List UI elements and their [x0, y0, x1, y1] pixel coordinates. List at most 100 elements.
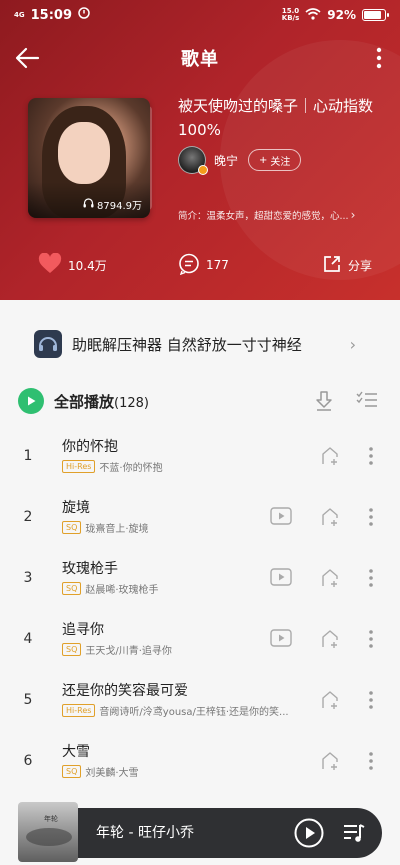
song-meta: SQ 刘美麟·大雪: [62, 764, 139, 779]
song-artist: 赵晨唏·玫瑰枪手: [85, 585, 159, 596]
promo-text: 助眠解压神器 自然舒放一寸寸神经: [72, 335, 302, 354]
vip-badge: [198, 165, 208, 175]
cover-text: 年轮: [44, 815, 58, 823]
download-icon[interactable]: [314, 390, 334, 416]
now-playing-title: 年轮 - 旺仔小乔: [96, 825, 194, 841]
song-row[interactable]: 4 追寻你 SQ 王天戈/川青·追寻你: [0, 611, 400, 672]
promo-banner[interactable]: 助眠解压神器 自然舒放一寸寸神经 ›: [0, 318, 400, 370]
song-title: 大雪: [62, 744, 90, 760]
song-title: 旋境: [62, 500, 90, 516]
song-meta: SQ 赵晨唏·玫瑰枪手: [62, 581, 159, 596]
battery-level: [364, 11, 381, 19]
share-icon: [322, 254, 342, 277]
song-index: 3: [23, 570, 33, 586]
headphones-icon: [83, 198, 94, 211]
comment-button[interactable]: 177: [178, 253, 229, 278]
play-circle-icon[interactable]: [294, 818, 324, 848]
song-artist: 刘美麟·大雪: [85, 768, 139, 779]
play-all-label[interactable]: 全部播放(128): [54, 391, 149, 412]
song-meta: SQ 珑熹音上·旋境: [62, 520, 149, 535]
action-bar: 10.4万 177 分享: [0, 250, 400, 280]
network-indicator: 4G: [14, 10, 25, 19]
status-time: 15:09: [30, 7, 73, 23]
song-title: 玫瑰枪手: [62, 561, 118, 577]
quality-badge: SQ: [62, 521, 82, 534]
battery-icon: [362, 9, 389, 21]
more-vertical-icon[interactable]: [368, 507, 374, 531]
quality-badge: SQ: [62, 643, 82, 656]
more-vertical-icon[interactable]: [368, 629, 374, 653]
song-meta: SQ 王天戈/川青·追寻你: [62, 642, 172, 657]
plus-icon: +: [259, 154, 268, 166]
song-title: 你的怀抱: [62, 439, 118, 455]
sleep-icon: [34, 330, 62, 358]
chevron-right-icon: ›: [350, 208, 356, 222]
now-playing-cover[interactable]: 年轮: [18, 802, 78, 862]
mv-video-icon[interactable]: [270, 629, 292, 651]
song-index: 1: [23, 448, 33, 464]
add-to-playlist-icon[interactable]: [320, 568, 340, 592]
play-all-row: 全部播放(128): [0, 384, 400, 418]
song-row[interactable]: 5 还是你的笑容最可爱 Hi-Res 音阙诗听/泠鸢yousa/王梓钰·还是你的笑..…: [0, 672, 400, 733]
song-title: 追寻你: [62, 622, 104, 638]
mv-video-icon[interactable]: [270, 507, 292, 529]
song-meta: Hi-Res 不蓝·你的怀抱: [62, 459, 163, 474]
mini-player[interactable]: 年轮 年轮 - 旺仔小乔: [18, 802, 382, 862]
page-title: 歌单: [181, 49, 219, 70]
back-arrow-icon[interactable]: [12, 42, 42, 74]
battery-percent: 92%: [327, 8, 356, 22]
quality-badge: Hi-Res: [62, 460, 96, 473]
song-title: 还是你的笑容最可爱: [62, 683, 188, 699]
playlist-title: 被天使吻过的嗓子｜心动指数100%: [178, 97, 374, 139]
share-button[interactable]: 分享: [322, 254, 372, 277]
status-bar: 4G 15:09 15.0 KB/s 92%: [0, 0, 400, 30]
add-to-playlist-icon[interactable]: [320, 446, 340, 470]
song-index: 6: [23, 753, 33, 769]
follow-button[interactable]: + 关注: [248, 149, 302, 171]
like-count: 10.4万: [68, 258, 107, 273]
song-row[interactable]: 3 玫瑰枪手 SQ 赵晨唏·玫瑰枪手: [0, 550, 400, 611]
nav-bar: 歌单: [0, 38, 400, 78]
song-row[interactable]: 6 大雪 SQ 刘美麟·大雪: [0, 733, 400, 794]
add-to-playlist-icon[interactable]: [320, 629, 340, 653]
follow-label: 关注: [270, 156, 291, 168]
like-button[interactable]: 10.4万: [38, 252, 107, 278]
share-label: 分享: [348, 258, 373, 273]
more-vertical-icon[interactable]: [368, 690, 374, 714]
comment-icon: [178, 253, 200, 278]
avatar[interactable]: [178, 146, 208, 175]
song-artist: 珑熹音上·旋境: [85, 524, 149, 535]
add-to-playlist-icon[interactable]: [320, 507, 340, 531]
playlist-header: 4G 15:09 15.0 KB/s 92% 歌单 8794.9万 被天使吻过的…: [0, 0, 400, 300]
quality-badge: SQ: [62, 582, 82, 595]
song-index: 4: [23, 631, 33, 647]
add-to-playlist-icon[interactable]: [320, 751, 340, 775]
play-all-text: 全部播放: [54, 392, 115, 411]
notification-icon: [78, 7, 90, 23]
song-row[interactable]: 2 旋境 SQ 珑熹音上·旋境: [0, 489, 400, 550]
play-count-value: 8794.9万: [97, 201, 142, 212]
creator-name[interactable]: 晚宁: [214, 152, 238, 169]
add-to-playlist-icon[interactable]: [320, 690, 340, 714]
song-artist: 不蓝·你的怀抱: [99, 463, 163, 474]
intro-text: 简介：温柔女声，超甜恋爱的感觉，心...: [178, 211, 349, 222]
comment-count: 177: [206, 258, 229, 272]
song-list: 1 你的怀抱 Hi-Res 不蓝·你的怀抱 2 旋境 SQ 珑熹音上·旋境 3 玫瑰枪手 SQ 赵晨唏…: [0, 428, 400, 794]
playlist-intro[interactable]: 简介：温柔女声，超甜恋爱的感觉，心... ›: [178, 208, 384, 222]
play-all-button[interactable]: [18, 388, 44, 414]
creator-row: 晚宁 + 关注: [178, 145, 302, 175]
more-vertical-icon[interactable]: [372, 44, 386, 72]
song-list-panel: 助眠解压神器 自然舒放一寸寸神经 › 全部播放(128) 1 你的怀抱 Hi-Res…: [0, 300, 400, 865]
chevron-right-icon: ›: [349, 334, 356, 354]
quality-badge: SQ: [62, 765, 82, 778]
song-index: 5: [23, 692, 33, 708]
mv-video-icon[interactable]: [270, 568, 292, 590]
multi-select-icon[interactable]: [356, 391, 378, 413]
song-count: (128): [114, 395, 149, 411]
more-vertical-icon[interactable]: [368, 568, 374, 592]
playlist-queue-icon[interactable]: [342, 821, 366, 849]
song-row[interactable]: 1 你的怀抱 Hi-Res 不蓝·你的怀抱: [0, 428, 400, 489]
more-vertical-icon[interactable]: [368, 751, 374, 775]
more-vertical-icon[interactable]: [368, 446, 374, 470]
playlist-cover[interactable]: 8794.9万: [28, 98, 150, 218]
